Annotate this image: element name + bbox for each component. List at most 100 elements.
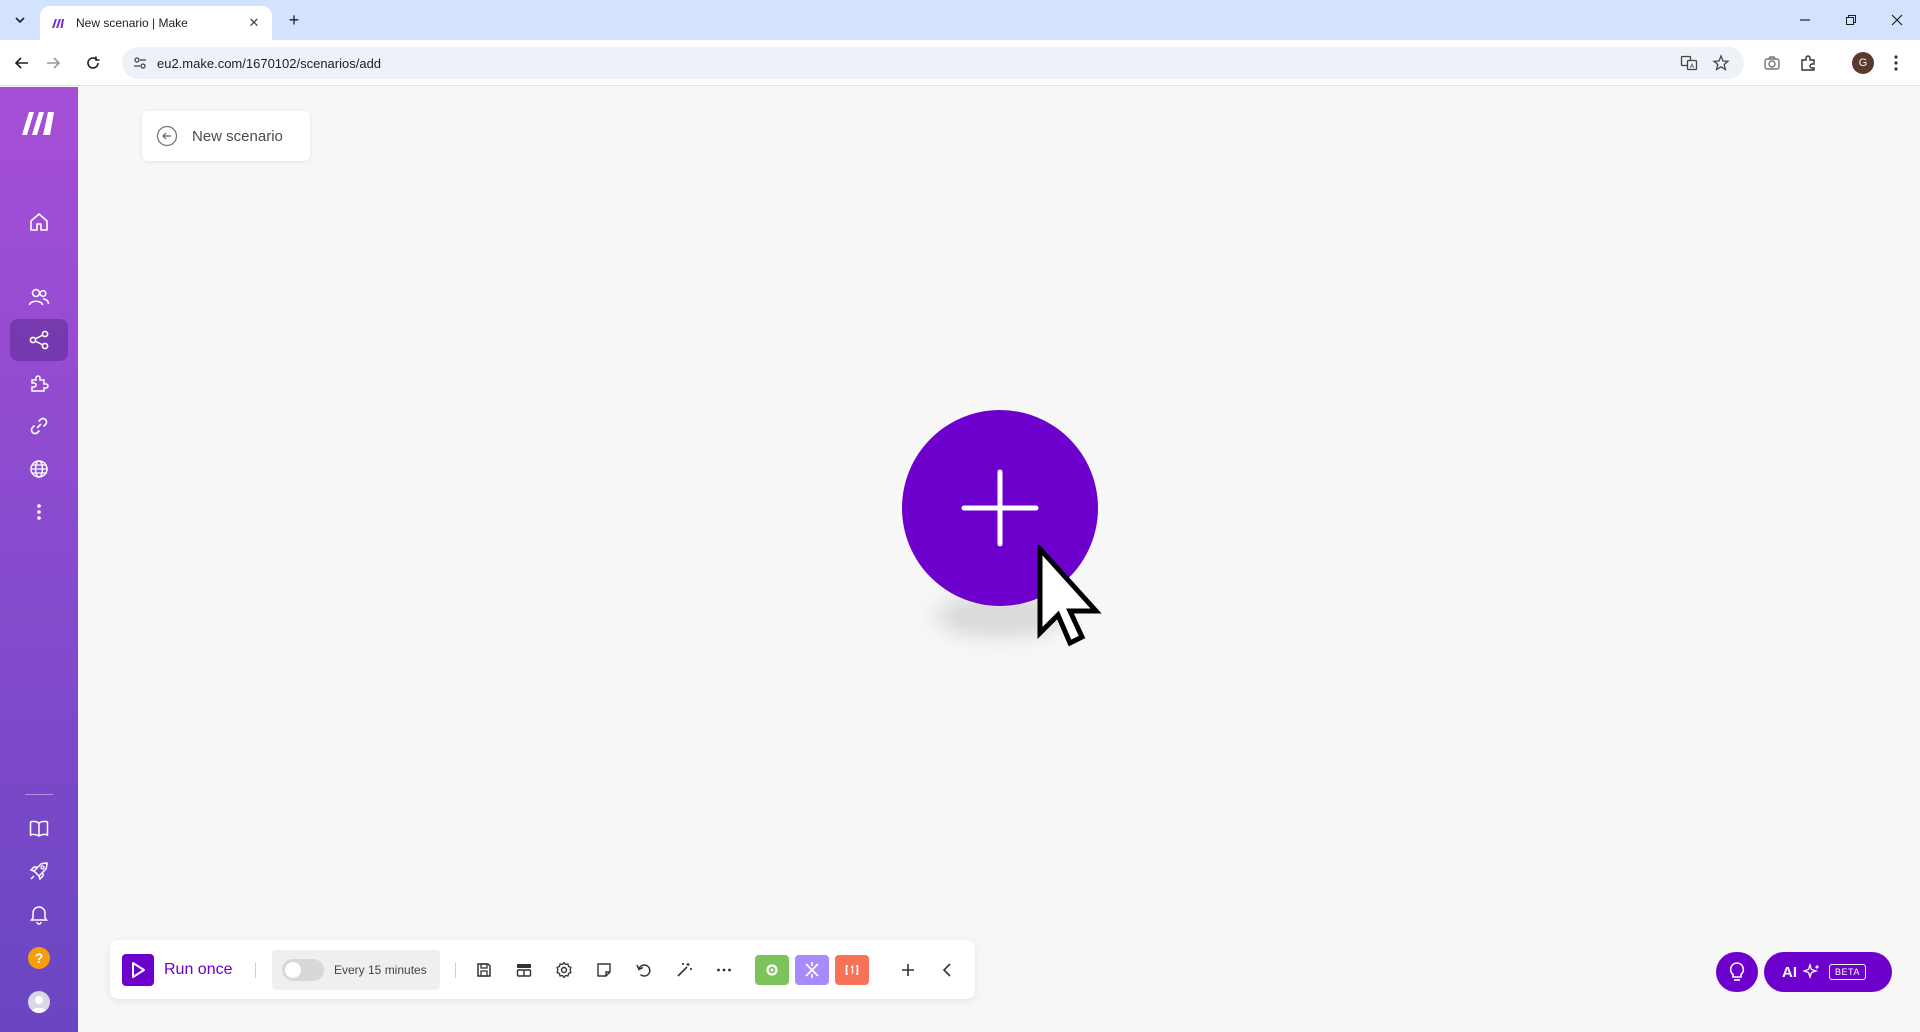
scenario-name[interactable]: New scenario xyxy=(192,128,283,145)
close-icon xyxy=(1891,14,1903,26)
user-avatar xyxy=(28,991,50,1013)
flow-control-button[interactable] xyxy=(795,955,829,985)
minimize-icon xyxy=(1800,19,1810,21)
url-text: eu2.make.com/1670102/scenarios/add xyxy=(157,56,382,71)
bookmark-star-icon[interactable] xyxy=(1712,54,1730,72)
scenario-toolbar: Run once Every 15 minutes xyxy=(110,940,975,999)
arrow-right-icon xyxy=(47,57,61,69)
more-horizontal-icon xyxy=(717,968,731,972)
scenario-settings-button[interactable] xyxy=(552,958,576,982)
sidebar-item-resources[interactable] xyxy=(10,807,68,849)
tab-title: New scenario | Make xyxy=(76,16,188,30)
run-once-label: Run once xyxy=(164,961,233,978)
puzzle-icon xyxy=(31,375,49,392)
scheduling-toggle-group: Every 15 minutes xyxy=(272,950,440,990)
add-item-button[interactable] xyxy=(896,958,920,982)
make-logo-icon[interactable] xyxy=(20,109,58,137)
browser-profile-avatar[interactable]: G xyxy=(1852,52,1874,74)
browser-toolbar: eu2.make.com/1670102/scenarios/add A G xyxy=(0,40,1920,86)
translate-icon[interactable]: A xyxy=(1680,54,1698,72)
sidebar-item-templates[interactable] xyxy=(10,362,68,404)
flow-control-icon xyxy=(805,962,819,978)
plus-icon xyxy=(902,964,914,976)
auto-align-button[interactable] xyxy=(672,958,696,982)
sidebar-item-help[interactable]: ? xyxy=(10,937,68,979)
restore-button[interactable] xyxy=(1828,0,1874,40)
home-icon xyxy=(30,213,48,231)
make-logo-icon xyxy=(52,19,64,28)
magic-wand-icon xyxy=(677,963,692,977)
browser-tab-active[interactable]: New scenario | Make ✕ xyxy=(40,6,272,40)
notes-button[interactable] xyxy=(592,958,616,982)
sidebar-item-home[interactable] xyxy=(10,201,68,243)
close-window-button[interactable] xyxy=(1874,0,1920,40)
tools-button[interactable] xyxy=(755,955,789,985)
gear-icon xyxy=(766,964,778,976)
rocket-icon xyxy=(29,862,48,881)
save-button[interactable] xyxy=(472,958,496,982)
globe-icon xyxy=(30,460,48,478)
tab-search-button[interactable] xyxy=(8,8,32,32)
sparkle-icon xyxy=(1803,963,1820,980)
mouse-cursor-icon xyxy=(1037,545,1102,647)
scenario-header-card: New scenario xyxy=(142,111,310,161)
address-bar[interactable]: eu2.make.com/1670102/scenarios/add A xyxy=(122,47,1744,79)
ai-label: AI xyxy=(1782,963,1797,981)
bell-icon xyxy=(30,906,48,925)
site-info-icon[interactable] xyxy=(132,55,148,71)
sidebar-item-scenarios[interactable] xyxy=(10,319,68,361)
more-options-button[interactable] xyxy=(712,958,736,982)
back-button[interactable] xyxy=(9,50,35,76)
browser-tab-strip: New scenario | Make ✕ + xyxy=(0,0,1920,40)
share-icon xyxy=(29,330,49,350)
scheduling-toggle[interactable] xyxy=(282,959,324,981)
extensions-icon[interactable] xyxy=(1798,53,1818,73)
beta-badge: BETA xyxy=(1829,964,1866,980)
book-icon xyxy=(29,820,49,837)
plus-icon xyxy=(961,469,1039,547)
new-tab-button[interactable]: + xyxy=(282,8,306,32)
lightbulb-icon xyxy=(1729,962,1745,981)
browser-menu-icon[interactable] xyxy=(1886,53,1906,73)
sidebar-item-whats-new[interactable] xyxy=(10,850,68,892)
ai-assistant-button[interactable]: AI BETA xyxy=(1764,952,1892,992)
sidebar-item-webhooks[interactable] xyxy=(10,448,68,490)
toolbar-divider xyxy=(455,962,456,978)
reload-icon xyxy=(87,56,100,69)
sidebar-item-team[interactable] xyxy=(10,276,68,318)
suggestions-button[interactable] xyxy=(1716,952,1758,992)
restore-icon xyxy=(1846,15,1856,25)
sidebar-item-profile[interactable] xyxy=(10,981,68,1023)
sidebar-item-more[interactable] xyxy=(10,491,68,533)
help-icon: ? xyxy=(28,947,50,969)
schedule-interval-label[interactable]: Every 15 minutes xyxy=(334,963,427,977)
arrow-left-icon xyxy=(14,57,28,69)
minimize-button[interactable] xyxy=(1782,0,1828,40)
link-icon xyxy=(30,417,48,435)
scheduling-icon xyxy=(516,964,532,977)
back-arrow-circle-icon[interactable] xyxy=(156,125,178,147)
user-silhouette-icon xyxy=(31,996,47,1013)
close-tab-icon[interactable]: ✕ xyxy=(246,15,262,31)
save-icon xyxy=(477,963,491,977)
more-vertical-icon xyxy=(37,504,41,520)
play-icon xyxy=(122,954,154,986)
forward-button[interactable] xyxy=(40,50,66,76)
undo-button[interactable] xyxy=(632,958,656,982)
users-icon xyxy=(28,288,50,306)
collapse-toolbar-button[interactable] xyxy=(936,958,960,982)
sidebar-item-connections[interactable] xyxy=(10,405,68,447)
main-sidebar: ? xyxy=(0,87,78,1032)
run-once-button[interactable]: Run once xyxy=(122,954,233,986)
notes-icon xyxy=(597,963,611,977)
settings-icon xyxy=(556,961,572,979)
screenshot-icon[interactable] xyxy=(1762,53,1782,73)
text-parser-button[interactable] xyxy=(835,955,869,985)
chevron-down-icon xyxy=(15,17,25,24)
text-parser-icon xyxy=(845,965,859,975)
reload-button[interactable] xyxy=(80,50,106,76)
chevron-left-icon xyxy=(942,963,951,977)
sidebar-divider xyxy=(25,794,53,795)
sidebar-item-notifications[interactable] xyxy=(10,893,68,935)
scheduling-settings-button[interactable] xyxy=(512,958,536,982)
